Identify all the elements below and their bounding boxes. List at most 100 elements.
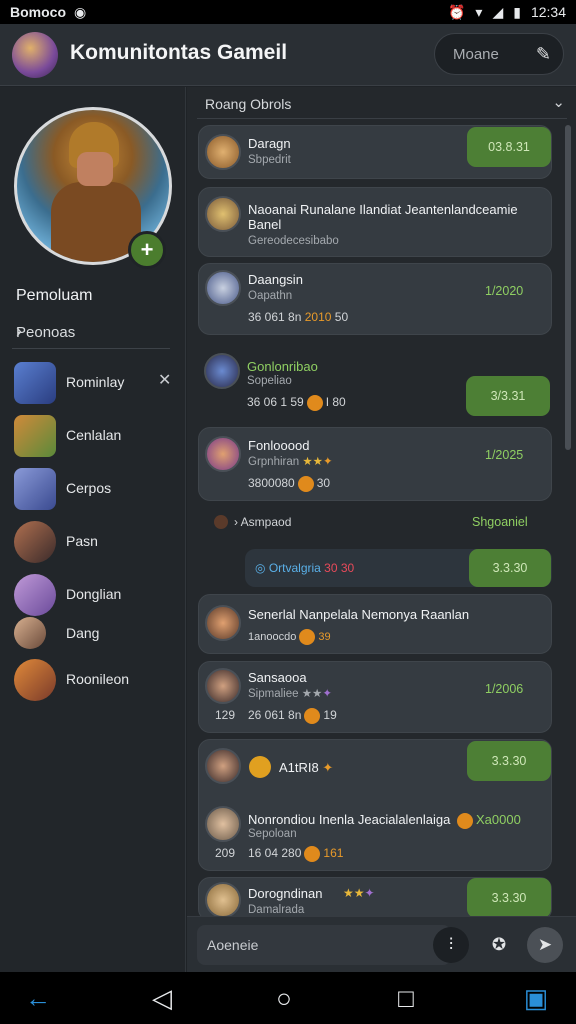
avatar <box>205 196 241 232</box>
avatar <box>205 806 241 842</box>
item-name: Nonrondiou Inenla Jeacialalenlaiga Xa000… <box>248 812 521 829</box>
item-rank: 129 <box>215 708 236 722</box>
list-item[interactable]: Naoanai Runalane Ilandiat Jeantenlandcea… <box>198 187 552 257</box>
item-sub: Sopeliao <box>247 375 292 387</box>
clock: 12:34 <box>530 4 566 20</box>
item-rank: 209 <box>215 846 236 860</box>
avatar <box>205 134 241 170</box>
system-nav-bar: ← ◁ ○ □ ▣ <box>0 972 576 1024</box>
back-icon[interactable]: ◁ <box>142 982 182 1014</box>
edit-icon[interactable]: ✎ <box>536 44 551 65</box>
list-item[interactable]: Dorogndinan Damalrada ★★✦ 3.3.30 <box>198 877 552 921</box>
chat-list: Roang Obrols ⌄ Daragn Sbpedrit 03.8.31 N… <box>187 87 576 972</box>
community-logo[interactable] <box>12 32 58 78</box>
notification-icon: ◉ <box>74 3 87 20</box>
amount-badge: 03.8.31 <box>467 127 551 167</box>
home-icon[interactable]: ○ <box>264 982 304 1014</box>
sidebar-section-row[interactable]: Peonoas › <box>12 315 170 349</box>
sidebar-item-label: Cenlalan <box>66 427 122 443</box>
sidebar-item-cenlalan[interactable]: Cenlalan <box>14 415 178 459</box>
item-sub: Oapathn <box>248 290 293 302</box>
scrollbar[interactable] <box>565 125 571 450</box>
item-sub: Sipmaliee ★★✦ <box>248 688 332 700</box>
recents-icon[interactable]: □ <box>386 982 426 1014</box>
list-item[interactable]: Gonlonribao Sopeliao 36 06 1 59 I 80 3/3.… <box>198 345 552 416</box>
list-item[interactable]: Daragn Sbpedrit 03.8.31 <box>198 125 552 179</box>
status-bar: Bomoco ◉ ⏰ ▾ ◢ ▮ 12:34 <box>0 0 576 24</box>
message-input[interactable]: Aoeneie <box>197 925 451 965</box>
sidebar-item-label: Rominlay <box>66 374 125 390</box>
item-meta: 1anoocdo 39 <box>248 629 331 645</box>
item-sub: Sepoloan <box>248 828 297 840</box>
amount-text: 1/2025 <box>485 448 524 462</box>
item-name: Fonlooood <box>248 438 310 453</box>
item-name: Daangsin <box>248 272 303 287</box>
item-sub: Grpnhiran ★★✦ <box>248 456 333 468</box>
avatar <box>14 574 56 616</box>
sidebar-item-label: Donglian <box>66 586 122 602</box>
amount-text: 1/2006 <box>485 682 524 696</box>
alarm-icon: ⏰ <box>447 3 466 20</box>
sidebar-item-label: Cerpos <box>66 480 112 496</box>
send-icon[interactable]: ➤ <box>527 927 563 963</box>
wifi-icon: ▾ <box>475 3 483 20</box>
coin-icon <box>249 756 271 778</box>
amount-badge: 3.3.30 <box>467 741 551 781</box>
message-placeholder: Aoeneie <box>207 937 259 953</box>
star-icon: ★★✦ <box>343 886 375 900</box>
avatar <box>205 270 241 306</box>
avatar <box>205 436 241 472</box>
item-sub: Damalrada <box>248 904 305 916</box>
list-item[interactable]: Senerlal Nanpelala Nemonya Raanlan 1anoo… <box>198 594 552 654</box>
avatar <box>205 882 241 918</box>
item-meta: 3800080 30 <box>248 476 331 492</box>
avatar <box>205 668 241 704</box>
back-arrow-icon[interactable]: ← <box>18 982 58 1014</box>
message-composer: Aoeneie ⫶ ✪ ➤ <box>187 916 576 972</box>
item-name: › Asmpaod <box>234 515 292 529</box>
chevron-down-icon: ⌄ <box>552 94 565 111</box>
app-switch-icon[interactable]: ▣ <box>516 982 556 1014</box>
app-header: Komunitontas Gameil Moane ✎ <box>0 24 576 86</box>
item-name: Dorogndinan <box>248 886 323 901</box>
avatar <box>214 515 228 529</box>
item-name: Senerlal Nanpelala Nemonya Raanlan <box>248 607 470 622</box>
sidebar-item-cerpos[interactable]: Cerpos <box>14 468 178 512</box>
sticker-icon[interactable]: ✪ <box>481 927 517 963</box>
list-item[interactable]: › Asmpaod Shgoaniel <box>198 507 552 541</box>
item-name: Gonlonribao <box>247 359 318 374</box>
avatar <box>14 362 56 404</box>
list-item[interactable]: Daangsin Oapathn 36 061 8n 2010 50 1/202… <box>198 263 552 335</box>
avatar <box>14 468 56 510</box>
item-name: Sansaooa <box>248 670 307 685</box>
item-name: Daragn <box>248 136 291 151</box>
avatar <box>14 659 56 701</box>
item-meta: 36 06 1 59 I 80 <box>247 395 346 411</box>
sidebar-item-pasn[interactable]: Pasn <box>14 521 178 565</box>
avatar <box>205 605 241 641</box>
avatar <box>204 353 240 389</box>
item-name: ◎ Ortvalgria 30 30 <box>255 561 355 575</box>
mic-icon[interactable]: ⫶ <box>433 927 469 963</box>
status-text: Shgoaniel <box>472 515 528 529</box>
item-name: A1tRI8 ✦ <box>279 760 334 775</box>
close-icon[interactable]: ✕ <box>158 370 171 390</box>
add-button[interactable]: + <box>128 231 166 269</box>
sidebar-item-donglian[interactable]: Donglian <box>14 574 178 618</box>
list-item[interactable]: Sansaooa Sipmaliee ★★✦ 129 26 061 8n 19 1… <box>198 661 552 733</box>
sidebar-item-dang[interactable]: Dang <box>14 617 178 661</box>
avatar <box>14 521 56 563</box>
sidebar-item-rominlay[interactable]: Rominlay ✕ <box>14 362 178 406</box>
item-meta: 26 061 8n 19 <box>248 708 337 724</box>
sidebar-item-label: Dang <box>66 625 100 641</box>
sidebar-section-label: Pemoluam <box>16 287 93 304</box>
filter-dropdown[interactable]: Roang Obrols ⌄ <box>197 87 567 119</box>
battery-icon: ▮ <box>513 3 521 20</box>
search-field[interactable]: Moane ✎ <box>434 33 564 75</box>
list-item[interactable]: ◎ Ortvalgria 30 30 3.3.30 <box>245 549 552 587</box>
sidebar-item-label: Roonileon <box>66 671 130 687</box>
sidebar-item-roonileon[interactable]: Roonileon <box>14 659 178 703</box>
item-meta: 16 04 280 161 <box>248 846 344 862</box>
list-item[interactable]: A1tRI8 ✦ 3.3.30 Nonrondiou Inenla Jeacia… <box>198 739 552 871</box>
list-item[interactable]: Fonlooood Grpnhiran ★★✦ 3800080 30 1/2025 <box>198 427 552 501</box>
